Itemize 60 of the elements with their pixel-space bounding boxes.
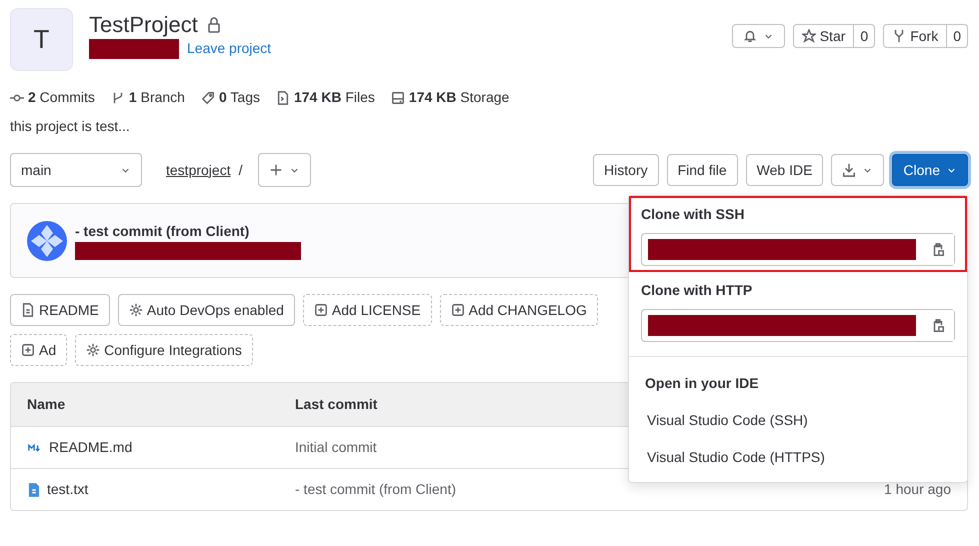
quick-action-button[interactable]: Auto DevOps enabled — [118, 294, 295, 326]
fork-button[interactable]: Fork — [883, 24, 948, 48]
document-icon — [21, 303, 35, 317]
section-heading: Clone with HTTP — [641, 281, 754, 300]
toolbar-button[interactable]: Web IDE — [746, 154, 824, 186]
star-count[interactable]: 0 — [854, 24, 876, 48]
url-field[interactable] — [641, 233, 955, 266]
gear-icon — [86, 343, 100, 357]
tag-icon — [200, 90, 215, 104]
download-icon — [842, 163, 856, 177]
commit-message[interactable]: - test commit (from Client) — [295, 479, 884, 500]
file-icon — [276, 90, 290, 104]
plus-square-icon — [314, 303, 328, 317]
column-header: Name — [27, 395, 66, 414]
url-field[interactable] — [641, 309, 955, 342]
star-icon — [802, 29, 816, 43]
stat-link[interactable]: 174 KB Files — [294, 87, 375, 108]
column-header: Last commit — [295, 395, 378, 414]
section-heading: Clone with SSH — [641, 205, 746, 224]
toolbar-button[interactable]: History — [593, 154, 659, 186]
clipboard-icon — [931, 242, 945, 258]
quick-action-button[interactable]: Add CHANGELOG — [440, 294, 598, 326]
section-heading: Open in your IDE — [644, 374, 760, 393]
stat-link[interactable]: 0 Tags — [218, 87, 260, 108]
path-separator: / — [238, 160, 242, 180]
file-link[interactable]: README.md — [49, 437, 132, 458]
quick-action-button[interactable]: Add LICENSE — [302, 294, 432, 326]
project-title: TestProject — [89, 12, 198, 38]
stat-link[interactable]: 174 KB Storage — [408, 87, 510, 108]
clipboard-icon — [931, 318, 945, 334]
star-button[interactable]: Star — [792, 24, 854, 48]
menu-item[interactable]: Visual Studio Code (HTTPS) — [629, 439, 967, 476]
clone-button[interactable]: Clone — [892, 154, 968, 186]
project-description: this project is test... — [10, 117, 131, 136]
plus-icon — [269, 163, 284, 177]
menu-item[interactable]: Visual Studio Code (SSH) — [629, 402, 967, 439]
file-link[interactable]: test.txt — [47, 479, 88, 500]
gear-icon — [128, 303, 143, 317]
fork-count[interactable]: 0 — [947, 24, 968, 48]
storage-icon — [390, 90, 405, 104]
branch-name: main — [21, 160, 52, 180]
plus-square-icon — [21, 343, 35, 357]
updated-time: 1 hour ago — [884, 480, 951, 499]
stat-link[interactable]: 2 Commits — [28, 87, 95, 108]
stat-link[interactable]: 1 Branch — [128, 87, 185, 108]
notification-button[interactable] — [732, 24, 785, 48]
toolbar-button[interactable]: Find file — [666, 154, 738, 186]
quick-action-button[interactable]: Ad — [10, 334, 68, 366]
breadcrumb-link[interactable]: testproject — [166, 160, 231, 180]
download-button[interactable] — [831, 154, 884, 186]
leave-project-link[interactable]: Leave project — [187, 38, 272, 60]
quick-action-button[interactable]: README — [10, 294, 110, 326]
user-avatar — [27, 220, 67, 260]
plus-square-icon — [450, 303, 465, 317]
branch-dropdown[interactable]: main — [10, 153, 142, 187]
file-icon — [27, 482, 41, 496]
commit-title[interactable]: - test commit (from Client) — [75, 221, 301, 242]
bell-icon — [742, 29, 757, 43]
project-avatar: T — [10, 8, 73, 71]
quick-action-button[interactable]: Configure Integrations — [75, 334, 253, 366]
